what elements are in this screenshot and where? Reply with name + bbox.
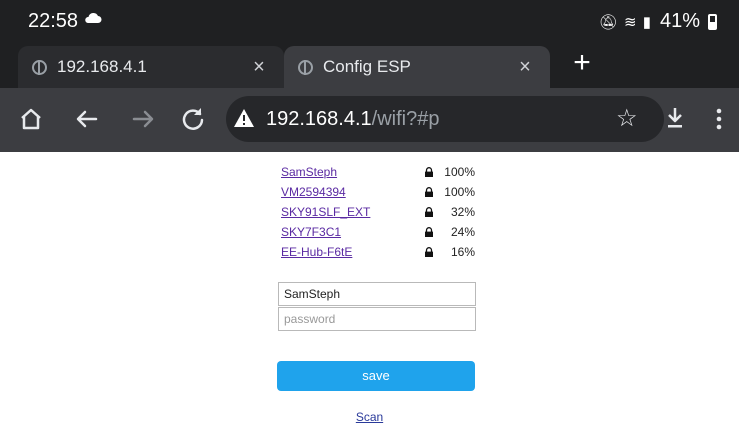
lock-icon: [425, 247, 433, 257]
back-arrow-icon[interactable]: [72, 104, 102, 134]
globe-icon: [298, 59, 313, 75]
status-time: 22:58: [28, 10, 79, 32]
tab-title: 192.168.4.1: [57, 57, 147, 76]
network-ssid-link[interactable]: EE-Hub-F6tE: [281, 245, 352, 259]
page-content: SamSteph 100% VM2594394 100% SKY91SLF_EXT 32%…: [0, 152, 739, 430]
url-path: /wifi?#p: [371, 108, 440, 130]
globe-icon: [32, 59, 47, 75]
network-ssid-link[interactable]: SamSteph: [281, 165, 337, 179]
signal-strength: 100%: [444, 165, 475, 179]
signal-strength: 32%: [450, 205, 475, 219]
network-ssid-link[interactable]: VM2594394: [281, 185, 346, 199]
cloud-icon: [85, 12, 102, 23]
network-ssid-link[interactable]: SKY91SLF_EXT: [281, 205, 370, 219]
status-right: 🔕︎ ≋ ▮ 41%: [599, 10, 717, 33]
tab-192-168-4-1[interactable]: 192.168.4.1 ×: [18, 46, 284, 88]
forward-arrow-icon[interactable]: [128, 104, 158, 134]
url-text[interactable]: 192.168.4.1/wifi?#p: [266, 108, 439, 131]
network-row[interactable]: SKY91SLF_EXT 32%: [281, 202, 475, 222]
network-row[interactable]: EE-Hub-F6tE 16%: [281, 242, 475, 262]
signal-strength: 100%: [444, 185, 475, 199]
url-host: 192.168.4.1: [266, 108, 372, 130]
mute-wifi-signal-icon: 🔕︎ ≋ ▮: [598, 13, 652, 31]
close-tab-button[interactable]: ×: [244, 56, 274, 79]
scan-link[interactable]: Scan: [0, 410, 739, 424]
reload-icon[interactable]: [178, 104, 208, 134]
network-row[interactable]: SKY7F3C1 24%: [281, 222, 475, 242]
save-button[interactable]: save: [277, 361, 475, 391]
download-icon[interactable]: [664, 104, 686, 132]
bookmark-star-icon[interactable]: ☆: [616, 104, 638, 133]
overflow-menu-icon[interactable]: [714, 104, 724, 134]
lock-icon: [425, 207, 433, 217]
lock-icon: [425, 187, 433, 197]
warning-triangle-icon[interactable]: [232, 106, 256, 130]
browser-toolbar: 192.168.4.1/wifi?#p ☆: [0, 88, 739, 152]
tab-title: Config ESP: [323, 57, 411, 76]
tab-config-esp[interactable]: Config ESP ×: [284, 46, 550, 88]
network-row[interactable]: SamSteph 100%: [281, 162, 475, 182]
network-row[interactable]: VM2594394 100%: [281, 182, 475, 202]
signal-strength: 16%: [450, 245, 475, 259]
home-icon[interactable]: [16, 104, 46, 134]
new-tab-button[interactable]: +: [566, 48, 598, 80]
battery-percent: 41%: [659, 10, 700, 32]
battery-icon: [708, 13, 717, 30]
password-input[interactable]: password: [278, 307, 476, 331]
tab-bar: 192.168.4.1 × Config ESP × +: [0, 42, 739, 88]
signal-strength: 24%: [450, 225, 475, 239]
lock-icon: [425, 227, 433, 237]
status-bar: 22:58 🔕︎ ≋ ▮ 41%: [0, 0, 739, 42]
close-tab-button[interactable]: ×: [510, 56, 540, 79]
ssid-input[interactable]: SamSteph: [278, 282, 476, 306]
lock-icon: [425, 167, 433, 177]
address-bar[interactable]: 192.168.4.1/wifi?#p: [226, 96, 664, 142]
network-ssid-link[interactable]: SKY7F3C1: [281, 225, 341, 239]
